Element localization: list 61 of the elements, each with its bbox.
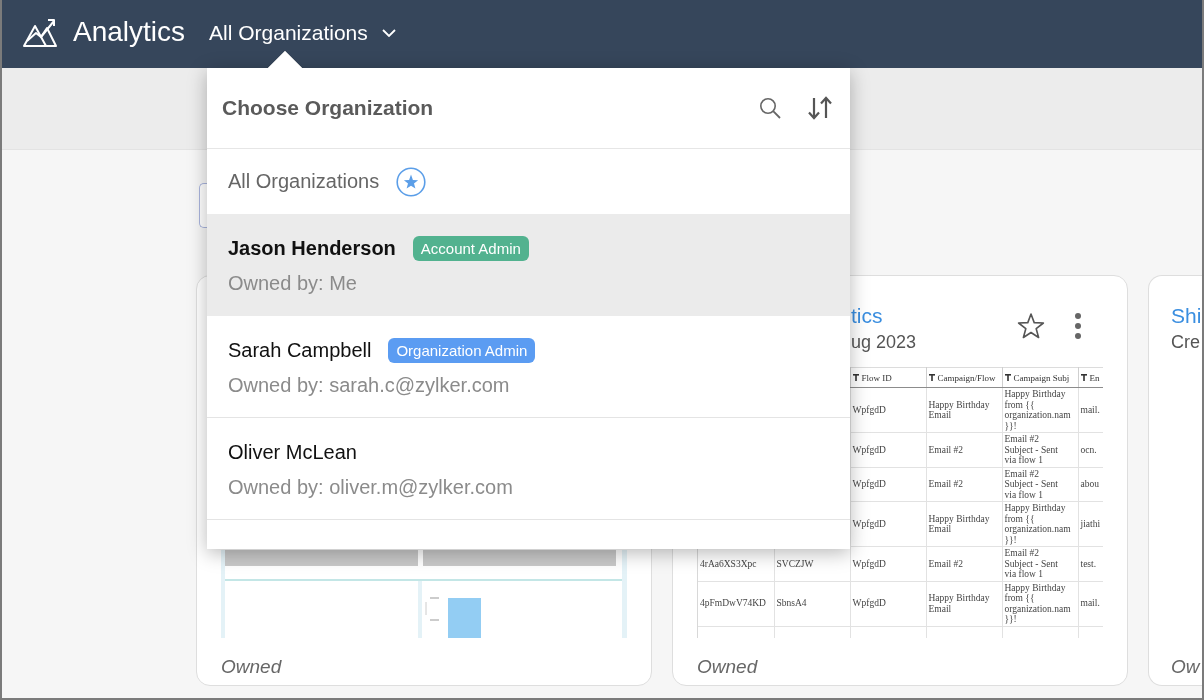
table-cell: WpfgdD <box>850 581 926 626</box>
table-cell: jiathi <box>1078 501 1103 547</box>
table-cell: Email #2 <box>926 546 1002 581</box>
table-cell: test. <box>1078 546 1103 581</box>
search-button[interactable] <box>759 97 781 119</box>
role-badge: Organization Admin <box>388 337 536 363</box>
owner-label: Owned by: Me <box>228 271 357 296</box>
role-badge: Account Admin <box>412 235 529 261</box>
chart-bar <box>448 598 481 638</box>
table-cell: Happy Birthday Email <box>926 581 1002 626</box>
column-header: Campaign/Flow <box>937 372 996 383</box>
table-cell: Happy Birthday from {{ organization.nam }}! <box>1002 501 1078 547</box>
column-header: Flow ID <box>861 372 892 383</box>
chevron-down-icon <box>381 29 396 37</box>
text-type-icon <box>928 374 935 381</box>
text-type-icon <box>1080 374 1087 381</box>
table-cell: Email #2 <box>926 467 1002 502</box>
menu-title: Choose Organization <box>222 96 435 120</box>
star-icon[interactable] <box>1017 313 1045 339</box>
table-cell: Email #2 Subject - Sent via flow 1 <box>1002 467 1078 502</box>
organization-name: Sarah Campbell <box>228 338 372 362</box>
search-icon <box>759 97 781 119</box>
report-title[interactable]: tics <box>851 303 883 329</box>
table-cell: WpfgdD <box>850 546 926 581</box>
table-cell: mail. <box>1078 387 1103 433</box>
owner-label: Owned by: oliver.m@zylker.com <box>228 475 513 500</box>
table-cell: Happy Birthday Email <box>926 387 1002 433</box>
sort-icon <box>807 96 833 120</box>
column-header: Campaign Subj <box>1013 372 1070 383</box>
table-cell: Email #2 <box>926 432 1002 467</box>
organization-item[interactable]: Jason Henderson Account Admin Owned by: Me <box>207 214 850 316</box>
report-card[interactable]: Shi Cre Ow <box>1148 275 1202 686</box>
column-header: En <box>1089 372 1100 383</box>
report-subtitle: ug 2023 <box>851 331 917 354</box>
text-type-icon <box>1004 374 1011 381</box>
table-cell: Happy Birthday Email <box>926 501 1002 547</box>
table-cell: 4pFmDwV74KD <box>698 581 774 626</box>
chart-axis-drawing <box>425 596 440 623</box>
text-type-icon <box>852 374 859 381</box>
app-title: Analytics <box>73 14 186 49</box>
more-icon <box>1074 313 1082 339</box>
table-cell: Happy Birthday from {{ organization.nam }}! <box>1002 581 1078 626</box>
table-cell: Happy Birthday from {{ organization.nam }}! <box>1002 387 1078 433</box>
table-cell: abou <box>1078 467 1103 502</box>
organization-name: Jason Henderson <box>228 236 396 260</box>
sort-button[interactable] <box>807 96 833 120</box>
table-cell: SbnsA4 <box>774 581 850 626</box>
ownership-label: Owned <box>697 656 758 677</box>
ownership-label: Ow <box>1171 656 1200 677</box>
organization-name: Oliver McLean <box>228 440 357 464</box>
ownership-label: Owned <box>221 656 282 677</box>
table-cell: Email #2 Subject - Sent via flow 1 <box>1002 546 1078 581</box>
organization-item[interactable]: Oliver McLean Owned by: oliver.m@zylker.com <box>207 418 850 520</box>
owner-label: Owned by: sarah.c@zylker.com <box>228 373 510 398</box>
menu-item[interactable]: All Organizations <box>207 149 850 214</box>
table-cell: Email #2 Subject - Sent via flow 1 <box>1002 432 1078 467</box>
table-cell: mail. <box>1078 581 1103 626</box>
table-cell: ocn. <box>1078 432 1103 467</box>
organization-switcher[interactable]: All Organizations <box>209 20 396 46</box>
report-subtitle: Cre <box>1171 331 1200 354</box>
organization-item[interactable]: Sarah Campbell Organization Admin Owned by: sarah.c@zylker.com <box>207 316 850 418</box>
